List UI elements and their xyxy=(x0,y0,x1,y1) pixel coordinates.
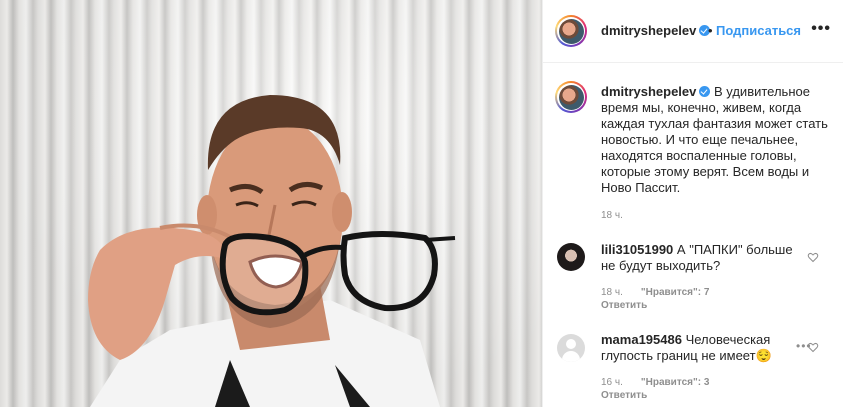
comment-likes[interactable]: "Нравится": 7 xyxy=(641,287,710,298)
caption-author-avatar[interactable] xyxy=(555,81,587,113)
man-with-glasses-illustration xyxy=(88,95,456,407)
author-username-link[interactable]: dmitryshepelev xyxy=(601,23,711,38)
author-username: dmitryshepelev xyxy=(601,23,697,38)
caption-timestamp[interactable]: 18 ч. xyxy=(601,210,623,221)
verified-badge-icon xyxy=(699,86,711,97)
comment-timestamp[interactable]: 18 ч. xyxy=(601,287,623,298)
caption-text: В удивительное время мы, конечно, живем,… xyxy=(601,84,828,195)
avatar-ring-inner xyxy=(557,17,585,45)
commenter-avatar[interactable] xyxy=(557,334,585,362)
comment-meta: 18 ч. "Нравится": 7 xyxy=(601,287,709,298)
caption-username[interactable]: dmitryshepelev xyxy=(601,84,696,99)
avatar-ring-inner xyxy=(557,83,585,111)
post-photo[interactable] xyxy=(0,0,542,407)
separator-dot: • xyxy=(708,23,713,38)
follow-button[interactable]: Подписаться xyxy=(716,23,801,38)
reply-button[interactable]: Ответить xyxy=(601,390,647,401)
reply-button[interactable]: Ответить xyxy=(601,300,647,311)
comment: lili31051990 А "ПАПКИ" больше не будут в… xyxy=(601,242,797,274)
comment-likes[interactable]: "Нравится": 3 xyxy=(641,377,710,388)
comment-username[interactable]: mama195486 xyxy=(601,332,682,347)
avatar-photo xyxy=(558,18,584,44)
comment-username[interactable]: lili31051990 xyxy=(601,242,673,257)
post-side-panel: dmitryshepelev • Подписаться ••• dmitrys… xyxy=(542,0,843,407)
more-options-icon[interactable]: ••• xyxy=(811,20,831,38)
heart-outline-icon[interactable] xyxy=(807,251,819,263)
avatar-photo xyxy=(558,84,584,110)
post-header: dmitryshepelev • Подписаться ••• xyxy=(543,0,843,63)
post-caption: dmitryshepelev В удивительное время мы, … xyxy=(601,84,829,196)
commenter-avatar[interactable] xyxy=(557,243,585,271)
instagram-post: dmitryshepelev • Подписаться ••• dmitrys… xyxy=(0,0,843,407)
comment: mama195486 Человеческая глупость границ … xyxy=(601,332,797,364)
comment-timestamp[interactable]: 16 ч. xyxy=(601,377,623,388)
author-avatar[interactable] xyxy=(555,15,587,47)
comment-meta: 16 ч. "Нравится": 3 xyxy=(601,377,709,388)
heart-outline-icon[interactable] xyxy=(807,341,819,353)
